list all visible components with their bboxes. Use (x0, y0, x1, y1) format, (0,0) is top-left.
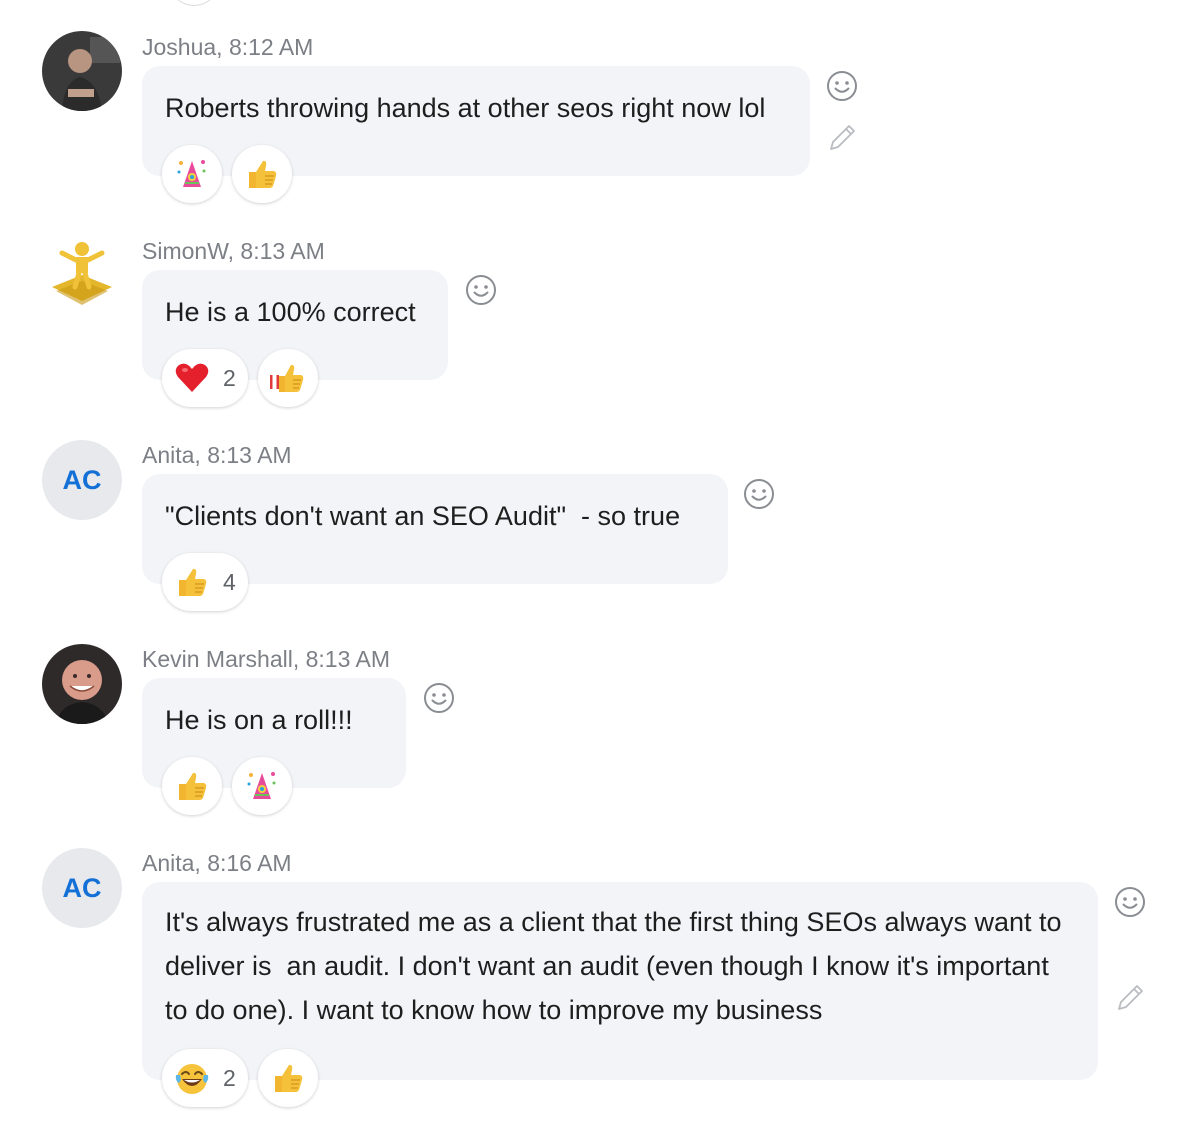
thumbs-up-icon (173, 563, 211, 601)
thumbs-up-icon (173, 767, 211, 805)
reaction-bar: 4 (162, 553, 248, 611)
add-reaction-icon[interactable] (742, 477, 776, 511)
reaction-thumbs-up[interactable]: 4 (162, 553, 248, 611)
message-text: "Clients don't want an SEO Audit" - so t… (165, 501, 681, 531)
reaction-thumbs-up[interactable] (232, 145, 292, 203)
message-text: He is a 100% correct (165, 297, 416, 327)
message-text: He is on a roll!!! (165, 705, 353, 735)
edit-pencil-icon[interactable] (1113, 981, 1147, 1015)
avatar[interactable] (42, 31, 122, 111)
message-text: It's always frustrated me as a client th… (165, 907, 1070, 1025)
reaction-heart[interactable]: 2 (162, 349, 248, 407)
reaction-bar (162, 757, 292, 815)
reaction-count: 4 (223, 568, 236, 595)
reaction-thumbs-up-flag[interactable] (258, 349, 318, 407)
reaction-count: 2 (223, 364, 236, 391)
add-reaction-icon[interactable] (464, 273, 498, 307)
avatar[interactable]: AC (42, 848, 122, 928)
thumbs-up-icon (243, 155, 281, 193)
edit-pencil-icon[interactable] (825, 121, 859, 155)
reaction-bar: 2 (162, 349, 318, 407)
reaction-bar: 2 (162, 1049, 318, 1107)
reaction-party[interactable] (162, 145, 222, 203)
message-text: Roberts throwing hands at other seos rig… (165, 93, 766, 123)
message-author-time: Anita, 8:13 AM (142, 442, 292, 468)
avatar[interactable] (42, 235, 122, 315)
add-reaction-icon[interactable] (422, 681, 456, 715)
thumbs-up-with-flag-icon (269, 359, 307, 397)
reaction-bar (162, 145, 292, 203)
avatar[interactable] (42, 644, 122, 724)
party-hat-icon (243, 767, 281, 805)
reaction-laughing[interactable]: 2 (162, 1049, 248, 1107)
message-author-time: Joshua, 8:12 AM (142, 34, 314, 60)
message-author-time: Kevin Marshall, 8:13 AM (142, 646, 391, 672)
message-author-time: Anita, 8:16 AM (142, 850, 292, 876)
avatar[interactable]: AC (42, 440, 122, 520)
thumbs-up-icon (269, 1059, 307, 1097)
reaction-thumbs-up[interactable] (258, 1049, 318, 1107)
message-author-time: SimonW, 8:13 AM (142, 238, 325, 264)
red-heart-icon (173, 359, 211, 397)
reaction-count: 2 (223, 1064, 236, 1091)
reaction-thumbs-up[interactable] (162, 757, 222, 815)
add-reaction-icon[interactable] (1113, 885, 1147, 919)
reaction-party[interactable] (232, 757, 292, 815)
laughing-tears-icon (173, 1059, 211, 1097)
add-reaction-icon[interactable] (825, 69, 859, 103)
party-hat-icon (173, 155, 211, 193)
previous-avatar-edge (170, 0, 218, 6)
